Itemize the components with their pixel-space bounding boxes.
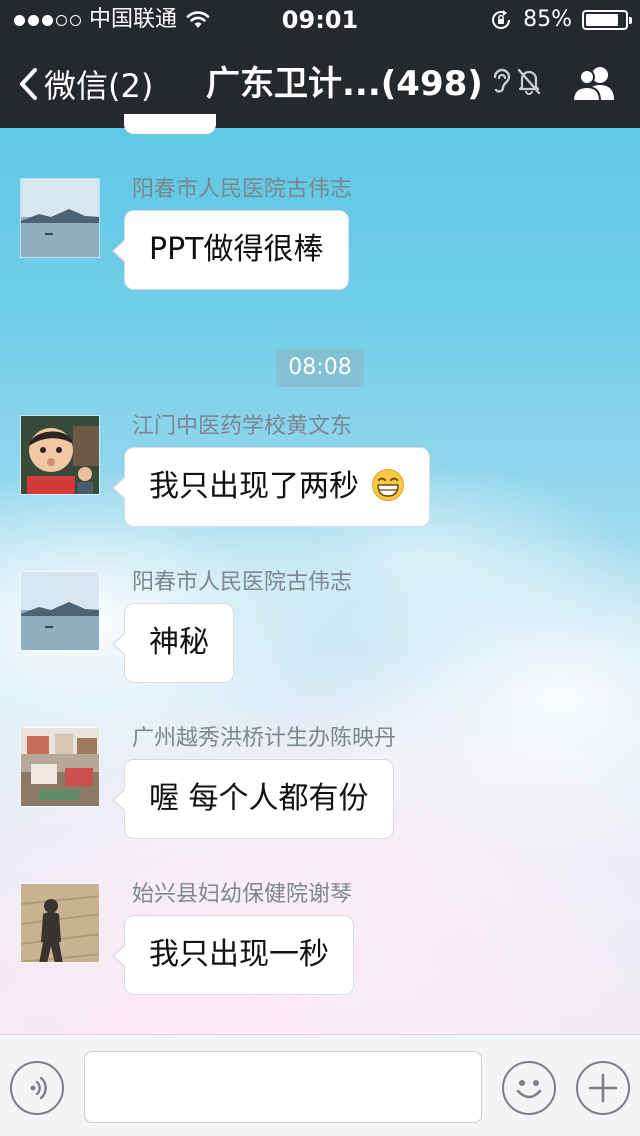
earpiece-icon (493, 68, 511, 93)
sender-name: 阳春市人民医院古伟志 (132, 177, 353, 202)
status-right: 85% (489, 6, 632, 34)
sender-name: 江门中医药学校黄文东 (132, 414, 353, 439)
message-bubble[interactable]: 神秘 (112, 603, 234, 683)
smiley-icon (516, 1080, 542, 1099)
message-bubble[interactable]: 喔 每个人都有份 (112, 759, 394, 839)
avatar[interactable] (20, 727, 100, 807)
message-text: 喔 每个人都有份 (149, 781, 369, 816)
grinning-face-emoji (371, 469, 404, 501)
message-bubble[interactable]: 我只出现一秒 (112, 915, 354, 995)
message-text: 神秘 (149, 625, 209, 660)
message-input[interactable] (84, 1051, 482, 1123)
voice-icon (30, 1076, 47, 1100)
chevron-left-icon (20, 68, 37, 100)
previous-message-bubble (124, 114, 216, 134)
rotation-lock-icon (492, 10, 511, 29)
avatar[interactable] (20, 571, 100, 651)
message-bubble[interactable]: 我只出现了两秒 (112, 447, 430, 527)
chat-screen: 中国联通 09:01 85% 微信(2) 广东卫计...(498) 阳春市人民医… (0, 0, 640, 1136)
header: 中国联通 09:01 85% 微信(2) 广东卫计...(498) (0, 0, 640, 128)
shadow-photo-avatar (21, 884, 99, 962)
battery-level (586, 14, 619, 26)
people-icon (571, 67, 614, 102)
avatar[interactable] (20, 178, 100, 258)
battery-percent: 85% (523, 7, 572, 32)
lake-landscape-avatar (21, 572, 99, 650)
sender-name: 阳春市人民医院古伟志 (132, 570, 353, 595)
sender-name: 广州越秀洪桥计生办陈映丹 (132, 726, 397, 751)
time-separator: 08:08 (276, 349, 364, 387)
input-bar (0, 1034, 640, 1136)
chat-status-icons (490, 66, 542, 96)
lake-landscape-avatar (21, 179, 99, 257)
message-text: 我只出现一秒 (149, 937, 329, 972)
emoji-button[interactable] (502, 1061, 556, 1115)
message-text: PPT做得很棒 (149, 232, 324, 267)
chat-members-button[interactable] (570, 64, 618, 104)
back-button[interactable]: 微信(2) (18, 62, 153, 106)
mute-bell-icon (517, 68, 541, 95)
child-photo-avatar (21, 416, 99, 494)
voice-button[interactable] (10, 1061, 64, 1115)
message-list[interactable]: 阳春市人民医院古伟志 PPT做得很棒 08:08 江门中医药学校黄文东 我只出现… (0, 114, 640, 1034)
status-bar: 中国联通 09:01 85% (0, 0, 640, 40)
message-bubble[interactable]: PPT做得很棒 (112, 210, 349, 290)
message-text: 我只出现了两秒 (149, 469, 359, 504)
chat-title: 广东卫计...(498) (206, 64, 483, 104)
sender-name: 始兴县妇幼保健院谢琴 (132, 882, 353, 907)
more-button[interactable] (576, 1061, 630, 1115)
back-label: 微信(2) (44, 67, 154, 105)
plus-icon (588, 1073, 618, 1103)
avatar[interactable] (20, 415, 100, 495)
battery-icon (582, 10, 632, 30)
avatar[interactable] (20, 883, 100, 963)
room-photo-avatar (21, 728, 99, 806)
